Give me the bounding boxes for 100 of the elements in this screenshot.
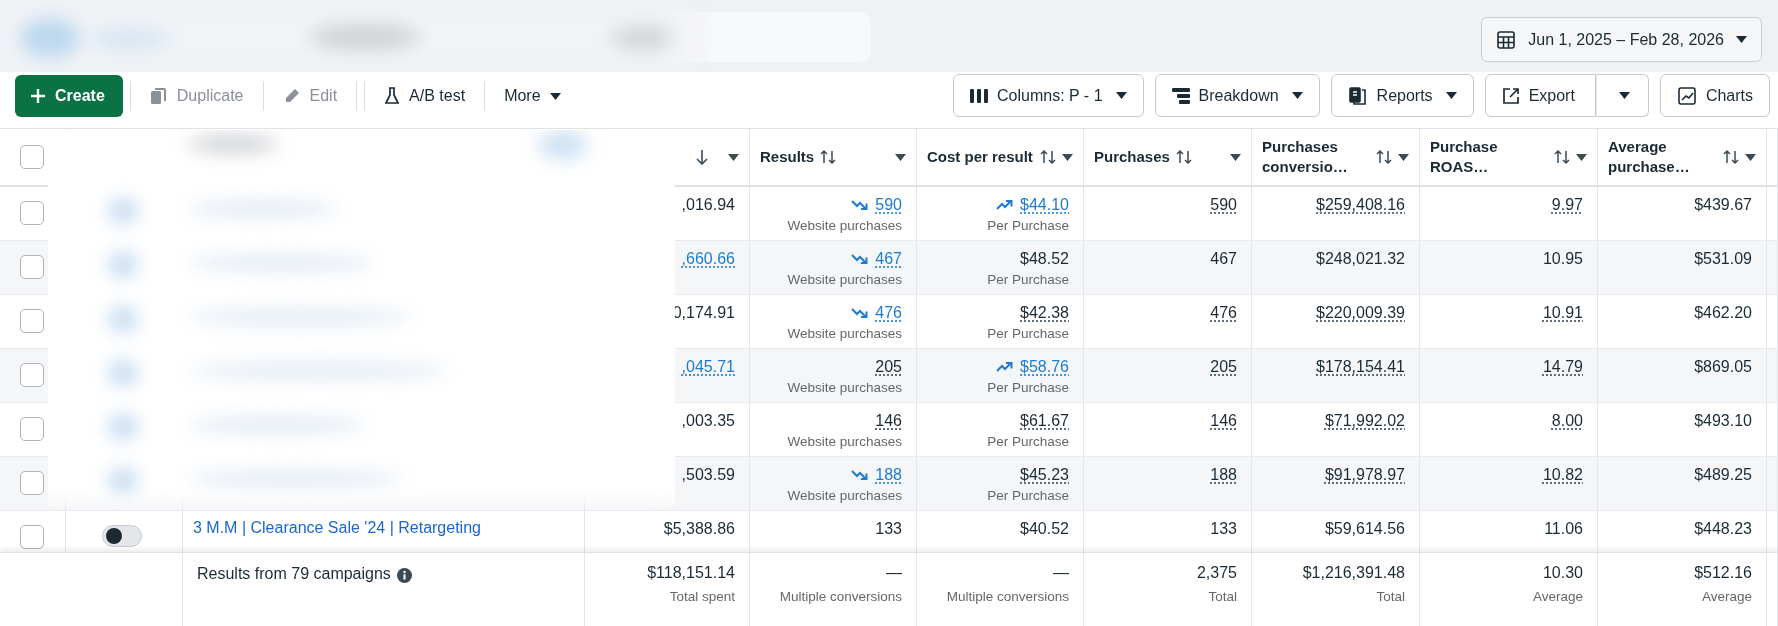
metric-value: 133 <box>1210 519 1237 539</box>
metric-label: Per Purchase <box>987 326 1069 341</box>
column-header[interactable]: Purchases <box>1094 147 1170 167</box>
total-label: Total <box>1376 589 1405 604</box>
toggle-switch[interactable] <box>102 525 142 547</box>
metric-value: 146 <box>875 411 902 431</box>
metric-value: 590 <box>1210 195 1237 215</box>
create-button[interactable]: Create <box>15 75 123 117</box>
caret-icon <box>1745 153 1756 161</box>
checkbox[interactable] <box>20 471 44 495</box>
total-label: Average <box>1701 589 1752 604</box>
total-label: Total spent <box>669 589 735 604</box>
breakdown-button[interactable]: Breakdown <box>1154 74 1320 117</box>
column-header[interactable]: Results <box>760 147 815 167</box>
metric-label: Website purchases <box>787 218 902 233</box>
metric-value: $248,021.32 <box>1316 249 1405 269</box>
sort-icon <box>1723 149 1739 165</box>
export-button[interactable]: Export <box>1484 74 1596 117</box>
metric-value: 11.06 <box>1544 519 1583 539</box>
metric-value: ,016.94 <box>681 195 735 215</box>
campaign-name-link[interactable]: 3 M.M | Clearance Sale '24 | Retargeting <box>193 519 481 536</box>
date-range-button[interactable]: Jun 1, 2025 – Feb 28, 2026 <box>1481 17 1762 62</box>
total-value: 2,375 <box>1196 563 1237 583</box>
total-value: — <box>1053 563 1069 583</box>
ab-test-button[interactable]: A/B test <box>372 75 478 117</box>
checkbox[interactable] <box>20 417 44 441</box>
metric-value: $489.25 <box>1694 465 1752 485</box>
metric-value: $48.52 <box>1020 249 1069 269</box>
columns-icon <box>970 87 988 104</box>
metric-label: Website purchases <box>787 434 902 449</box>
reports-button[interactable]: Reports <box>1330 74 1474 117</box>
metric-link[interactable]: $58.76 <box>1020 357 1069 377</box>
metric-value: 188 <box>1210 465 1237 485</box>
metric-link[interactable]: 188 <box>875 465 902 485</box>
breakdown-icon <box>1171 86 1190 105</box>
trend-up-icon <box>996 361 1015 373</box>
more-button[interactable]: More <box>492 75 573 117</box>
metric-value: 10.82 <box>1542 465 1583 485</box>
metric-value: 10.91 <box>1542 303 1583 323</box>
metric-value: 8.00 <box>1551 411 1583 431</box>
export-icon <box>1501 86 1520 105</box>
metric-value: 205 <box>875 357 902 377</box>
checkbox[interactable] <box>20 255 44 279</box>
results-summary: Results from 79 campaigns <box>197 565 391 583</box>
trend-down-icon <box>851 469 870 481</box>
metric-value: $40.52 <box>1020 519 1069 539</box>
metric-label: Website purchases <box>787 326 902 341</box>
caret-icon <box>1445 92 1457 99</box>
checkbox[interactable] <box>20 363 44 387</box>
metric-value: 467 <box>1210 249 1237 269</box>
metric-label: Website purchases <box>787 488 902 503</box>
trend-up-icon <box>996 199 1015 211</box>
metric-value: $42.38 <box>1020 303 1069 323</box>
caret-icon <box>895 153 906 161</box>
metric-value: $61.67 <box>1020 411 1069 431</box>
sort-icon <box>1040 149 1056 165</box>
metric-link[interactable]: ,660.66 <box>681 249 735 269</box>
metric-label: Per Purchase <box>987 434 1069 449</box>
plus-icon <box>31 89 45 103</box>
checkbox[interactable] <box>20 201 44 225</box>
duplicate-icon <box>149 87 168 105</box>
sort-icon <box>820 149 837 165</box>
metric-value: $59,614.56 <box>1324 519 1405 539</box>
checkbox[interactable] <box>20 145 44 169</box>
trend-down-icon <box>851 253 870 265</box>
column-header[interactable]: Purchase ROAS… <box>1430 137 1548 177</box>
metric-value: 14.79 <box>1542 357 1583 377</box>
metric-label: Website purchases <box>787 380 902 395</box>
metric-link[interactable]: 467 <box>875 249 902 269</box>
metric-value: $71,992.02 <box>1324 411 1405 431</box>
metric-link[interactable]: 476 <box>875 303 902 323</box>
metric-value: 133 <box>875 519 902 539</box>
metric-link[interactable]: $44.10 <box>1020 195 1069 215</box>
metric-value: $869.05 <box>1694 357 1752 377</box>
metric-value: $91,978.97 <box>1324 465 1405 485</box>
sort-icon <box>1175 149 1192 165</box>
info-icon[interactable] <box>396 568 412 583</box>
column-header[interactable]: Average purchase… <box>1608 137 1717 177</box>
columns-button[interactable]: Columns: P - 1 <box>953 74 1144 117</box>
metric-link[interactable]: 590 <box>875 195 902 215</box>
caret-icon <box>1398 153 1409 161</box>
total-value: $512.16 <box>1694 563 1752 583</box>
calendar-icon <box>1496 29 1517 50</box>
checkbox[interactable] <box>20 309 44 333</box>
checkbox[interactable] <box>20 525 44 549</box>
metric-value: $259,408.16 <box>1316 195 1405 215</box>
sort-icon <box>1376 149 1392 165</box>
metric-value: $178,154.41 <box>1316 357 1405 377</box>
column-header[interactable]: Cost per result <box>927 147 1034 167</box>
metric-value: $493.10 <box>1694 411 1752 431</box>
metric-value: 10.95 <box>1542 249 1583 269</box>
caret-icon <box>549 92 561 100</box>
charts-button[interactable]: Charts <box>1659 74 1770 117</box>
caret-icon <box>1576 153 1587 161</box>
trend-down-icon <box>851 199 870 211</box>
metric-value: 146 <box>1210 411 1237 431</box>
column-header[interactable]: Purchases conversio… <box>1262 137 1370 177</box>
metric-value: ,503.59 <box>681 465 735 485</box>
metric-link[interactable]: ,045.71 <box>681 357 735 377</box>
export-menu-button[interactable] <box>1595 74 1649 117</box>
